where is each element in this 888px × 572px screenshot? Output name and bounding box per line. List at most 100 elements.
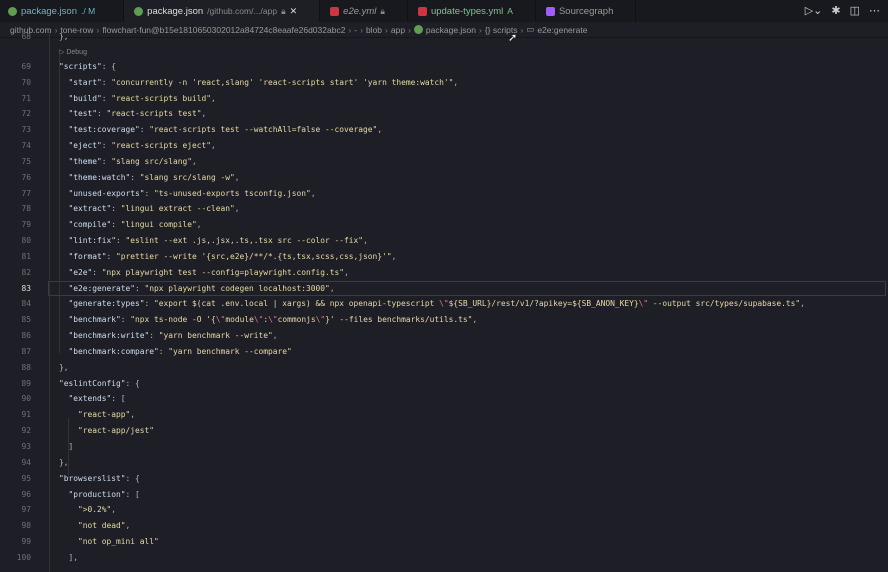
- editor-actions: ▷⌄ ✱ ◫ ⋯: [805, 4, 880, 17]
- tab-1[interactable]: package.json/github.com/.../app 🔒︎ ✕: [124, 0, 321, 22]
- code-line: "benchmark:write": "yarn benchmark --wri…: [68, 331, 278, 341]
- lock-icon: 🔒︎: [281, 5, 286, 16]
- tab-label: package.json: [21, 5, 77, 17]
- tab-label: update-types.yml: [430, 5, 504, 17]
- code-line: "not op_mini all": [78, 537, 159, 547]
- code-line: "react-app",: [78, 410, 136, 420]
- line-number: 93: [21, 442, 31, 451]
- close-tab-icon[interactable]: ✕: [290, 6, 298, 17]
- code-line: "browserslist": {: [59, 473, 140, 483]
- code-line: "format": "prettier --write '{src,e2e}/*…: [68, 251, 397, 261]
- tab-4[interactable]: Sourcegraph: [536, 0, 637, 22]
- code-line: "extends": [: [68, 394, 126, 404]
- breadcrumb-item[interactable]: package.json: [426, 25, 476, 35]
- line-number: 85: [21, 315, 31, 325]
- line-number: 91: [21, 410, 31, 420]
- sourcegraph-action-icon[interactable]: ✱: [831, 4, 840, 17]
- run-debug-icon[interactable]: ▷⌄: [805, 4, 823, 17]
- code-line: "start": "concurrently -n 'react,slang' …: [68, 77, 459, 87]
- yaml-icon: [417, 6, 427, 16]
- tab-2[interactable]: e2e.yml 🔒︎: [320, 0, 408, 22]
- code-line: "production": [: [68, 489, 140, 499]
- chevron-right-icon: ›: [96, 24, 100, 35]
- line-number: 75: [21, 156, 31, 166]
- tab-detail: A: [507, 6, 513, 16]
- line-number: 99: [21, 537, 31, 547]
- line-number: 87: [21, 346, 31, 356]
- more-actions-icon[interactable]: ⋯: [869, 4, 880, 17]
- line-number: 97: [21, 505, 31, 515]
- breadcrumb-item[interactable]: -: [354, 25, 357, 35]
- split-editor-icon[interactable]: ◫: [850, 4, 860, 17]
- symbol-property-icon: ▭: [526, 24, 535, 34]
- indent-guide: [68, 418, 69, 478]
- tab-0[interactable]: package.json ./ M: [0, 0, 125, 22]
- breadcrumb-item[interactable]: e2e:generate: [537, 25, 587, 35]
- code-line: },: [59, 32, 69, 41]
- code-line: "e2e:generate": "npx playwright codegen …: [68, 283, 335, 293]
- line-number: 71: [21, 93, 31, 103]
- code-line: "not dead",: [78, 521, 131, 531]
- code-line: "compile": "lingui compile",: [68, 220, 202, 230]
- line-number: 72: [21, 109, 31, 119]
- code-line: "e2e": "npx playwright test --config=pla…: [68, 267, 349, 277]
- line-number: 70: [21, 77, 31, 87]
- line-number: 89: [21, 378, 31, 388]
- code-line: "react-app/jest": [78, 426, 155, 436]
- code-line: ">0.2%",: [78, 505, 117, 515]
- code-line: "build": "react-scripts build",: [68, 93, 216, 103]
- code-line: "lint:fix": "eslint --ext .js,.jsx,.ts,.…: [68, 236, 368, 246]
- line-number: 74: [21, 141, 31, 151]
- line-number: 86: [21, 331, 31, 341]
- line-number: 79: [21, 220, 31, 230]
- code-line: "test:coverage": "react-scripts test --w…: [68, 125, 383, 135]
- line-number: 82: [21, 267, 31, 277]
- chevron-right-icon: ›: [479, 24, 482, 35]
- breadcrumb-item[interactable]: app: [391, 25, 405, 35]
- tab-label: package.json: [147, 5, 204, 17]
- node-icon: [413, 25, 423, 34]
- chevron-right-icon: ›: [385, 24, 388, 35]
- tab-label: Sourcegraph: [558, 5, 614, 17]
- chevron-right-icon: ›: [520, 24, 524, 35]
- line-number: 80: [21, 236, 31, 246]
- breadcrumb-item[interactable]: flowchart-fun@b15e1810650302012a84724c8e…: [102, 25, 345, 35]
- line-number: 73: [21, 125, 31, 135]
- tab-label: e2e.yml: [343, 5, 377, 17]
- line-number: 98: [21, 521, 31, 531]
- line-number: 94: [21, 457, 31, 467]
- tab-3[interactable]: update-types.yml A: [408, 0, 536, 22]
- chevron-right-icon: ›: [348, 24, 352, 35]
- code-line: "extract": "lingui extract --clean",: [68, 204, 240, 214]
- line-number: 76: [21, 172, 31, 182]
- line-number: 95: [21, 473, 31, 483]
- line-number: 68: [21, 32, 31, 41]
- code-line: "benchmark:compare": "yarn benchmark --c…: [68, 346, 292, 356]
- chevron-right-icon: ›: [54, 24, 58, 35]
- line-number: 88: [21, 362, 31, 372]
- code-line: },: [59, 362, 69, 372]
- code-line: "test": "react-scripts test",: [68, 109, 207, 119]
- breadcrumb: github.com › tone-row › flowchart-fun@b15e18…: [0, 22, 888, 38]
- line-number: 69: [21, 61, 31, 71]
- line-number: 90: [21, 394, 31, 404]
- code-line: "unused-exports": "ts-unused-exports tsc…: [68, 188, 316, 198]
- sourcegraph-icon: [545, 6, 555, 16]
- node-icon: [134, 6, 144, 16]
- tab-bar: package.json ./ Mpackage.json/github.com/…: [0, 0, 888, 22]
- code-line: "eslintConfig": {: [59, 378, 140, 388]
- line-number: 92: [21, 426, 31, 436]
- code-line: "theme:watch": "slang src/slang -w",: [68, 172, 240, 182]
- mouse-cursor-icon: ➚: [508, 32, 518, 44]
- debug-codelens[interactable]: ▷ Debug: [59, 48, 87, 56]
- code-editor[interactable]: ▷ Debug 68}, 69 "scripts": { 70 "start": "co…: [0, 32, 888, 572]
- code-line: "theme": "slang src/slang",: [68, 156, 197, 166]
- line-number: 81: [21, 251, 31, 261]
- breadcrumb-item[interactable]: blob: [366, 25, 382, 35]
- tab-detail: /github.com/.../app: [207, 6, 278, 16]
- code-line: ]: [68, 442, 74, 451]
- yaml-icon: [330, 6, 340, 16]
- indent-guide: [59, 53, 60, 353]
- code-line: "scripts": {: [59, 61, 117, 71]
- code-line: "benchmark": "npx ts-node -O '{\"module\…: [68, 315, 478, 325]
